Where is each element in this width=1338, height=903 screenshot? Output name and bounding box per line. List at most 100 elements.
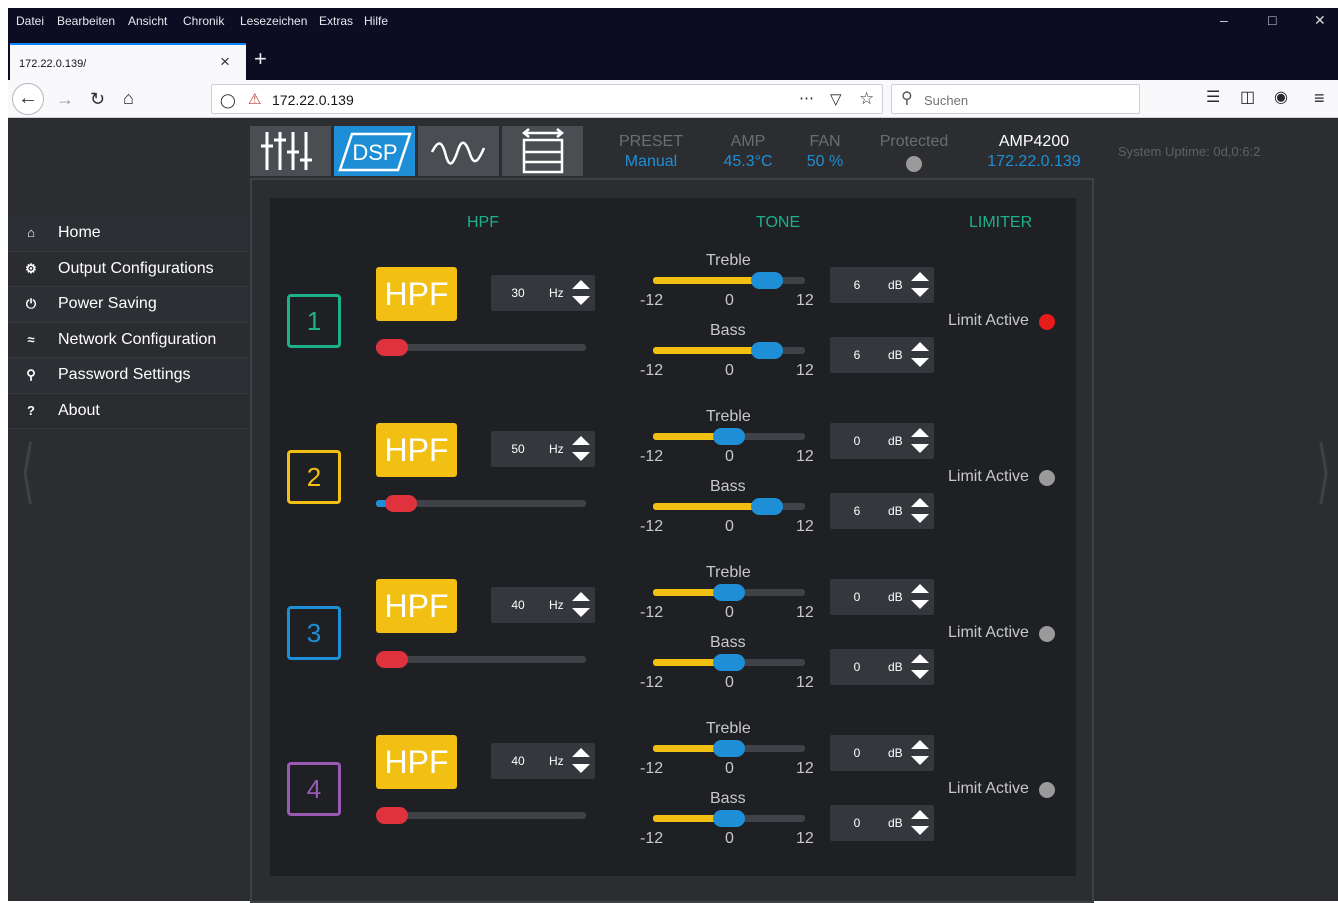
- bass-db-stepper-value[interactable]: 6: [840, 348, 874, 362]
- hpf-slider-knob[interactable]: [376, 339, 408, 356]
- bass-slider[interactable]: [653, 498, 805, 515]
- bass-db-stepper[interactable]: 6 dB: [830, 337, 934, 373]
- menu-chronik[interactable]: Chronik: [183, 14, 224, 28]
- bass-db-stepper-value[interactable]: 0: [840, 660, 874, 674]
- treble-db-stepper-arrows[interactable]: [908, 423, 932, 459]
- previous-page-arrow-icon[interactable]: ⟨: [20, 436, 35, 506]
- bass-db-stepper[interactable]: 0 dB: [830, 649, 934, 685]
- increment-arrow-icon[interactable]: [911, 810, 929, 819]
- hpf-toggle-button[interactable]: HPF: [376, 579, 457, 633]
- menu-bearbeiten[interactable]: Bearbeiten: [57, 14, 115, 28]
- hpf-slider-knob[interactable]: [376, 807, 408, 824]
- decrement-arrow-icon[interactable]: [911, 514, 929, 523]
- bass-db-stepper-value[interactable]: 6: [840, 504, 874, 518]
- home-icon[interactable]: ⌂: [123, 89, 134, 107]
- account-icon[interactable]: ◉: [1274, 89, 1288, 107]
- increment-arrow-icon[interactable]: [572, 436, 590, 445]
- hpf-slider[interactable]: [376, 651, 586, 668]
- increment-arrow-icon[interactable]: [911, 740, 929, 749]
- menu-datei[interactable]: Datei: [16, 14, 44, 28]
- url-bar[interactable]: ◯ ⚠ 172.22.0.139 ⋯ ▽ ☆: [211, 84, 883, 114]
- treble-db-stepper-value[interactable]: 0: [840, 746, 874, 760]
- sidebar-item-output-configurations[interactable]: ⚙ Output Configurations: [8, 251, 248, 287]
- increment-arrow-icon[interactable]: [911, 584, 929, 593]
- bass-slider-knob[interactable]: [713, 810, 745, 827]
- bass-db-stepper-arrows[interactable]: [908, 493, 932, 529]
- tab-mixer[interactable]: [250, 126, 331, 176]
- treble-slider-knob[interactable]: [713, 740, 745, 757]
- decrement-arrow-icon[interactable]: [572, 608, 590, 617]
- treble-db-stepper[interactable]: 6 dB: [830, 267, 934, 303]
- bass-slider-knob[interactable]: [751, 498, 783, 515]
- menu-extras[interactable]: Extras: [319, 14, 353, 28]
- search-bar[interactable]: ⚲ Suchen: [891, 84, 1140, 114]
- decrement-arrow-icon[interactable]: [911, 358, 929, 367]
- hamburger-menu-icon[interactable]: ≡: [1314, 89, 1325, 107]
- increment-arrow-icon[interactable]: [911, 272, 929, 281]
- treble-db-stepper[interactable]: 0 dB: [830, 579, 934, 615]
- treble-db-stepper-arrows[interactable]: [908, 267, 932, 303]
- increment-arrow-icon[interactable]: [911, 654, 929, 663]
- treble-db-stepper-arrows[interactable]: [908, 735, 932, 771]
- library-icon[interactable]: ☰: [1206, 89, 1220, 107]
- increment-arrow-icon[interactable]: [911, 342, 929, 351]
- hpf-frequency-stepper-value[interactable]: 40: [501, 598, 535, 612]
- decrement-arrow-icon[interactable]: [911, 670, 929, 679]
- treble-slider-knob[interactable]: [751, 272, 783, 289]
- insecure-lock-icon[interactable]: ⚠: [248, 91, 261, 109]
- next-page-arrow-icon[interactable]: ⟩: [1316, 436, 1331, 506]
- back-button[interactable]: ←: [12, 83, 44, 115]
- bass-db-stepper-arrows[interactable]: [908, 649, 932, 685]
- close-tab-icon[interactable]: ×: [220, 52, 230, 72]
- shield-icon[interactable]: ◯: [220, 91, 236, 109]
- hpf-frequency-stepper[interactable]: 50 Hz: [491, 431, 595, 467]
- hpf-slider-knob[interactable]: [385, 495, 418, 512]
- hpf-frequency-stepper[interactable]: 40 Hz: [491, 587, 595, 623]
- decrement-arrow-icon[interactable]: [911, 600, 929, 609]
- bass-db-stepper-arrows[interactable]: [908, 805, 932, 841]
- sidebar-item-about[interactable]: ? About: [8, 393, 248, 429]
- hpf-frequency-stepper-arrows[interactable]: [569, 431, 593, 467]
- decrement-arrow-icon[interactable]: [911, 288, 929, 297]
- increment-arrow-icon[interactable]: [911, 428, 929, 437]
- maximize-icon[interactable]: □: [1268, 12, 1276, 28]
- sidebar-item-home[interactable]: ⌂ Home: [8, 216, 248, 252]
- pocket-icon[interactable]: ▽: [830, 91, 842, 109]
- hpf-slider[interactable]: [376, 339, 586, 356]
- menu-ansicht[interactable]: Ansicht: [128, 14, 167, 28]
- hpf-toggle-button[interactable]: HPF: [376, 267, 457, 321]
- bass-slider-knob[interactable]: [713, 654, 745, 671]
- sidebar-item-password-settings[interactable]: ⚲ Password Settings: [8, 358, 248, 394]
- treble-db-stepper[interactable]: 0 dB: [830, 423, 934, 459]
- bookmark-star-icon[interactable]: ☆: [859, 90, 874, 108]
- decrement-arrow-icon[interactable]: [911, 826, 929, 835]
- decrement-arrow-icon[interactable]: [572, 452, 590, 461]
- sidebar-icon[interactable]: ◫: [1240, 89, 1255, 107]
- reload-icon[interactable]: ↻: [90, 90, 105, 108]
- treble-slider-knob[interactable]: [713, 584, 745, 601]
- decrement-arrow-icon[interactable]: [572, 764, 590, 773]
- bass-db-stepper[interactable]: 0 dB: [830, 805, 934, 841]
- hpf-frequency-stepper-value[interactable]: 50: [501, 442, 535, 456]
- hpf-toggle-button[interactable]: HPF: [376, 735, 457, 789]
- page-actions-icon[interactable]: ⋯: [799, 90, 814, 108]
- increment-arrow-icon[interactable]: [572, 280, 590, 289]
- decrement-arrow-icon[interactable]: [911, 444, 929, 453]
- tab-routing[interactable]: [502, 126, 583, 176]
- treble-db-stepper-value[interactable]: 0: [840, 434, 874, 448]
- minimize-icon[interactable]: –: [1220, 12, 1228, 28]
- forward-icon[interactable]: →: [56, 90, 74, 108]
- decrement-arrow-icon[interactable]: [911, 756, 929, 765]
- increment-arrow-icon[interactable]: [911, 498, 929, 507]
- hpf-frequency-stepper-arrows[interactable]: [569, 275, 593, 311]
- menu-lesezeichen[interactable]: Lesezeichen: [240, 14, 307, 28]
- search-input[interactable]: Suchen: [924, 93, 968, 108]
- tab-dsp[interactable]: DSP: [334, 126, 415, 176]
- close-window-icon[interactable]: ✕: [1314, 12, 1326, 29]
- increment-arrow-icon[interactable]: [572, 592, 590, 601]
- hpf-frequency-stepper-arrows[interactable]: [569, 587, 593, 623]
- bass-slider[interactable]: [653, 810, 805, 827]
- treble-slider[interactable]: [653, 584, 805, 601]
- treble-db-stepper-arrows[interactable]: [908, 579, 932, 615]
- hpf-slider[interactable]: [376, 495, 586, 512]
